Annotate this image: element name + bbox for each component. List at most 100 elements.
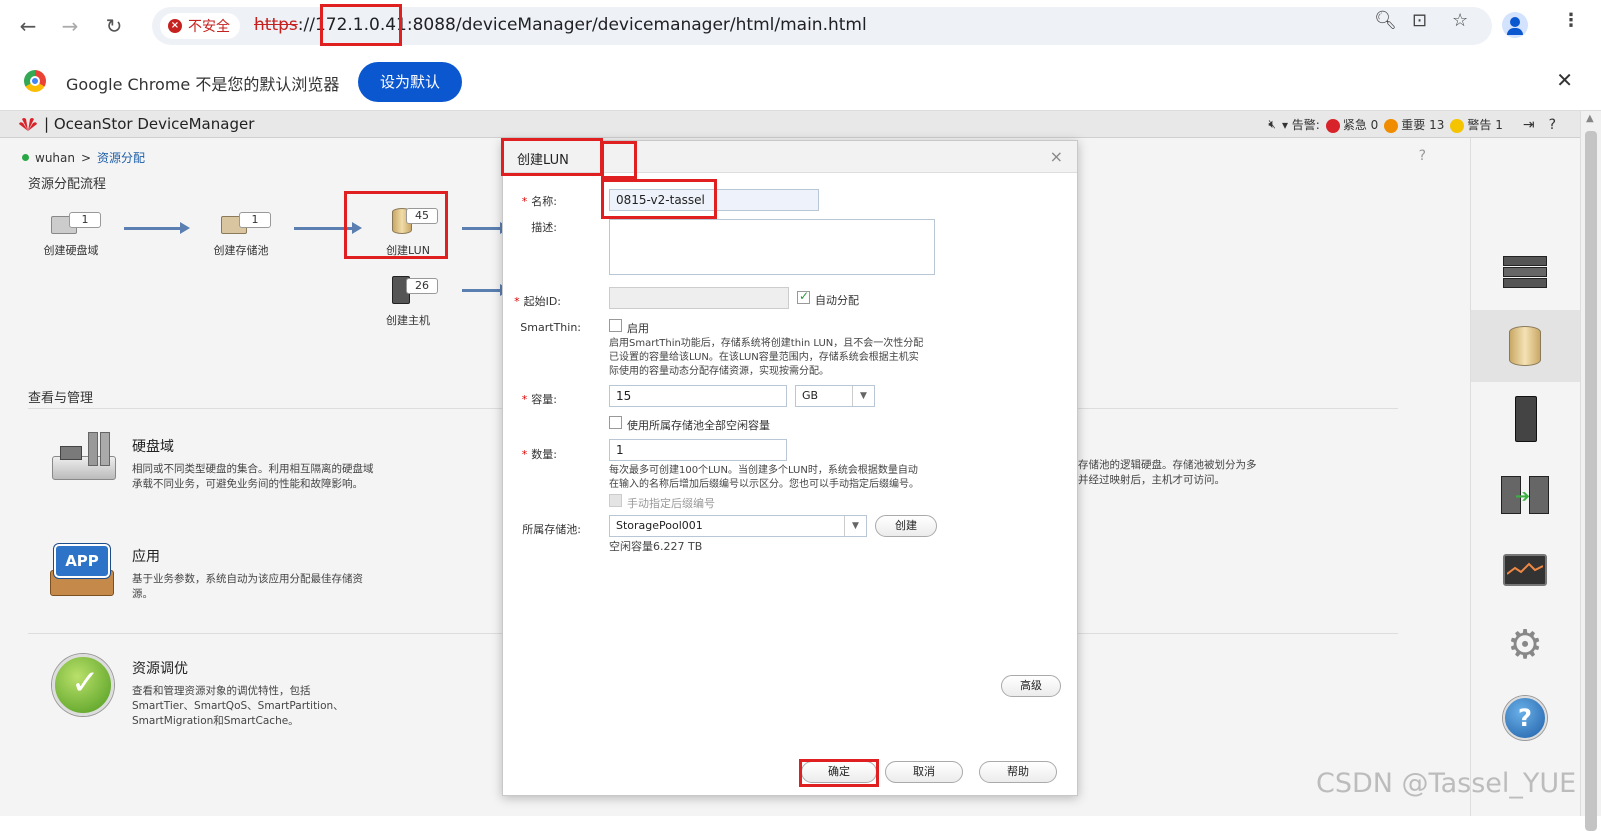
mgmt-partial-desc-2: 并经过映射后，主机才可访问。 (1078, 474, 1225, 486)
insecure-badge[interactable]: × 不安全 (160, 13, 240, 39)
disk-domain-big-icon[interactable] (52, 432, 118, 488)
mgmt-tuning-desc-2: SmartTier、SmartQoS、SmartPartition、 (132, 700, 344, 712)
status-dot-icon (22, 154, 29, 161)
capacity-highlight-box (601, 141, 637, 179)
mgmt-app[interactable]: 应用 基于业务参数，系统自动为该应用分配最佳存储资源。 (132, 546, 377, 602)
url-highlight-box (320, 4, 402, 46)
app-icon-text: APP (54, 544, 110, 578)
breadcrumb-separator: > (80, 150, 92, 165)
default-browser-message: Google Chrome 不是您的默认浏览器 (66, 75, 340, 94)
auto-assign-checkbox[interactable] (797, 289, 810, 304)
default-browser-bar: Google Chrome 不是您的默认浏览器 设为默认 ✕ (0, 52, 1601, 111)
speaker-icon[interactable]: 🔇︎ (1268, 117, 1276, 132)
mgmt-disk-domain-title[interactable]: 硬盘域 (132, 436, 377, 456)
breadcrumb-root[interactable]: wuhan (35, 151, 75, 165)
capacity-unit-value: GB (802, 389, 819, 402)
warning-alarms[interactable]: 警告 1 (1450, 116, 1503, 133)
more-menu-icon[interactable]: ⋮ (1562, 10, 1580, 31)
tuning-big-icon[interactable]: ✓ (52, 654, 114, 716)
quantity-hint-2: 在输入的名称后增加后缀编号以示区分。您也可以手动指定后缀编号。 (609, 479, 919, 490)
flow-node-disk-domain[interactable]: 1 创建硬盘域 (16, 208, 126, 258)
manage-section-title: 查看与管理 (28, 391, 94, 406)
warning-icon: × (168, 19, 182, 33)
description-textarea[interactable] (609, 219, 935, 275)
help-circle-icon[interactable]: ? (1501, 694, 1549, 740)
page-help-icon[interactable]: ? (1419, 148, 1426, 164)
browser-toolbar: ← → ↻ × 不安全 https://172.1.0.41:8088/devi… (0, 0, 1601, 52)
bookmark-star-icon[interactable]: ☆ (1452, 10, 1468, 31)
ok-highlight-box (799, 759, 879, 787)
profile-head (1510, 17, 1520, 27)
help-icon[interactable]: ? (1549, 117, 1556, 133)
system-server-icon[interactable] (1501, 248, 1549, 294)
app-big-icon[interactable]: APP (50, 542, 116, 598)
page-scrollbar[interactable]: ▲ (1580, 111, 1601, 831)
use-all-free-label[interactable]: 使用所属存储池全部空闲容量 (627, 417, 770, 433)
back-arrow-icon[interactable]: ← (14, 12, 42, 40)
major-alarms[interactable]: 重要 13 (1384, 116, 1444, 133)
capacity-unit-select[interactable]: GB ▼ (795, 385, 875, 407)
dialog-close-icon[interactable]: × (1050, 147, 1063, 166)
quantity-input[interactable] (609, 439, 787, 461)
critical-alarms[interactable]: 紧急 0 (1325, 116, 1378, 133)
zoom-icon[interactable]: 🔍︎ (1374, 10, 1397, 31)
free-capacity-text: 空闲容量6.227 TB (609, 540, 703, 553)
chevron-down-icon[interactable]: ▼ (844, 516, 866, 536)
reload-icon[interactable]: ↻ (100, 12, 128, 40)
profile-icon[interactable] (1502, 12, 1528, 38)
scroll-thumb[interactable] (1585, 131, 1597, 831)
create-pool-button[interactable]: 创建 (875, 515, 937, 537)
storage-lun-icon[interactable] (1501, 324, 1549, 370)
manual-suffix-label: 手动指定后缀编号 (627, 497, 715, 510)
cancel-button[interactable]: 取消 (885, 761, 963, 783)
storage-pool-value: StoragePool001 (616, 519, 703, 532)
data-protection-icon[interactable]: ➔ (1501, 472, 1549, 518)
quantity-label: * 数量: (521, 448, 557, 461)
logout-icon[interactable]: ⇥ (1523, 117, 1535, 133)
mgmt-tuning-desc-1: 查看和管理资源对象的调优特性，包括 (132, 685, 311, 697)
breadcrumb: wuhan > 资源分配 (22, 149, 145, 166)
storage-pool-select[interactable]: StoragePool001 ▼ (609, 515, 867, 537)
close-icon[interactable]: ✕ (1556, 68, 1573, 92)
host-count: 26 (406, 278, 438, 294)
manual-suffix-checkbox[interactable] (609, 494, 622, 507)
start-id-input[interactable] (609, 287, 789, 309)
host-server-icon[interactable] (1501, 396, 1549, 442)
advanced-button[interactable]: 高级 (1001, 675, 1061, 697)
capacity-label: * 容量: (521, 393, 557, 406)
smartthin-label: SmartThin: (520, 321, 581, 334)
screenshot-icon[interactable]: ⊡ (1412, 10, 1427, 31)
mgmt-tuning-title[interactable]: 资源调优 (132, 658, 392, 678)
lun-highlight-box (344, 191, 448, 259)
mgmt-app-title[interactable]: 应用 (132, 546, 377, 566)
watermark: CSDN @Tassel_YUE (1316, 768, 1577, 799)
host-icon: 26 (384, 274, 438, 308)
use-all-free-checkbox[interactable] (609, 416, 622, 429)
settings-gear-icon[interactable]: ⚙ (1501, 622, 1549, 668)
capacity-input[interactable] (609, 385, 787, 407)
flow-node-storage-pool[interactable]: 1 创建存储池 (186, 208, 296, 258)
mgmt-disk-domain[interactable]: 硬盘域 相同或不同类型硬盘的集合。利用相互隔离的硬盘域承载不同业务，可避免业务间… (132, 436, 377, 492)
disk-domain-icon: 1 (47, 208, 101, 238)
mgmt-tuning[interactable]: 资源调优 查看和管理资源对象的调优特性，包括 SmartTier、SmartQo… (132, 658, 392, 729)
storage-pool-label: 创建存储池 (213, 244, 269, 257)
auto-assign-label[interactable]: 自动分配 (815, 292, 859, 308)
alarm-label[interactable]: ▾ 告警: (1282, 116, 1320, 133)
help-button[interactable]: 帮助 (979, 761, 1057, 783)
chevron-down-icon[interactable]: ▼ (852, 386, 874, 406)
monitor-icon[interactable] (1501, 548, 1549, 594)
flow-arrow (462, 284, 510, 296)
smartthin-checkbox[interactable] (609, 319, 622, 332)
flow-node-host[interactable]: 26 创建主机 (353, 274, 463, 328)
storage-pool-icon: 1 (217, 208, 271, 238)
right-sidebar: ➔ ⚙ ? (1470, 138, 1581, 816)
breadcrumb-current[interactable]: 资源分配 (97, 149, 145, 166)
disk-domain-label: 创建硬盘域 (43, 244, 99, 257)
smartthin-hint-1: 启用SmartThin功能后，存储系统将创建thin LUN，且不会一次性分配 (609, 338, 924, 349)
set-default-button[interactable]: 设为默认 (358, 62, 462, 102)
smartthin-enable-label[interactable]: 启用 (627, 320, 649, 336)
description-label: 描述: (531, 221, 557, 234)
forward-arrow-icon[interactable]: → (56, 12, 84, 40)
warning-alarm-icon (1450, 118, 1465, 133)
scroll-up-icon[interactable]: ▲ (1586, 113, 1594, 124)
